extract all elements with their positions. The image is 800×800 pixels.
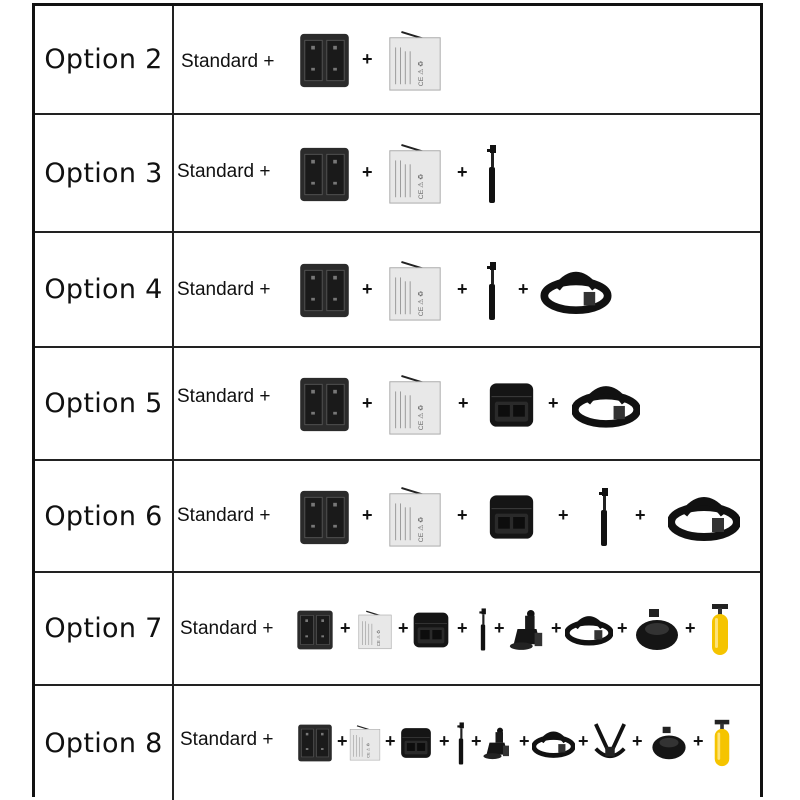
option-row: Option 5 Standard + CE ⚠ ♻ + + + xyxy=(35,348,760,461)
charger-icon xyxy=(295,610,335,650)
floating-grip-icon xyxy=(710,718,734,768)
option-label: Option 5 xyxy=(35,348,174,459)
option-row: Option 7 Standard + CE ⚠ ♻ + + + + + + + xyxy=(35,573,760,686)
option-label: Option 7 xyxy=(35,573,174,684)
option-label: Option 3 xyxy=(35,115,174,231)
plus-separator: + xyxy=(362,162,373,182)
battery-icon: CE ⚠ ♻ xyxy=(386,374,444,436)
svg-text:CE ⚠ ♻: CE ⚠ ♻ xyxy=(417,517,425,542)
monopod-icon xyxy=(455,721,467,766)
plus-separator: + xyxy=(362,48,373,69)
options-table: Option 2 Standard + CE ⚠ ♻ + Option 3 Standar… xyxy=(32,3,763,800)
svg-text:CE ⚠ ♻: CE ⚠ ♻ xyxy=(417,404,425,429)
wrist-strap-icon xyxy=(650,723,688,763)
plus-separator: + xyxy=(635,505,646,525)
charger-icon xyxy=(297,490,352,545)
option-row: Option 6 Standard + CE ⚠ ♻ + + + + xyxy=(35,461,760,573)
carry-case-icon xyxy=(483,492,540,542)
option-label: Option 4 xyxy=(35,233,174,346)
battery-icon: CE ⚠ ♻ xyxy=(386,30,444,92)
plus-separator: + xyxy=(457,162,468,182)
battery-icon: CE ⚠ ♻ xyxy=(386,260,444,322)
charger-icon xyxy=(297,147,352,202)
head-strap-icon xyxy=(540,267,612,315)
plus-separator: + xyxy=(518,278,529,299)
plus-separator: + xyxy=(494,617,505,638)
carry-case-icon xyxy=(412,610,450,650)
standard-label: Standard + xyxy=(180,618,274,639)
plus-separator: + xyxy=(385,731,396,751)
plus-separator: + xyxy=(558,505,569,525)
svg-text:CE ⚠ ♻: CE ⚠ ♻ xyxy=(366,742,371,757)
plus-separator: + xyxy=(693,731,704,751)
monopod-icon xyxy=(484,260,500,322)
plus-separator: + xyxy=(632,731,643,751)
plus-separator: + xyxy=(519,731,530,751)
plus-separator: + xyxy=(337,731,348,751)
plus-separator: + xyxy=(471,731,482,751)
monopod-icon xyxy=(596,486,612,548)
plus-separator: + xyxy=(457,505,468,525)
battery-icon: CE ⚠ ♻ xyxy=(386,143,444,205)
svg-text:CE ⚠ ♻: CE ⚠ ♻ xyxy=(376,629,381,645)
plus-separator: + xyxy=(340,617,351,638)
suction-mount-icon xyxy=(482,723,512,763)
plus-separator: + xyxy=(439,731,450,751)
battery-icon: CE ⚠ ♻ xyxy=(386,486,444,548)
svg-text:CE ⚠ ♻: CE ⚠ ♻ xyxy=(417,290,425,315)
standard-label: Standard + xyxy=(181,51,275,72)
carry-case-icon xyxy=(400,723,432,763)
head-strap-icon xyxy=(668,492,740,542)
standard-label: Standard + xyxy=(177,386,271,407)
chest-strap-icon xyxy=(592,721,628,766)
plus-separator: + xyxy=(362,392,373,413)
plus-separator: + xyxy=(362,278,373,299)
option-row: Option 2 Standard + CE ⚠ ♻ + xyxy=(35,6,760,115)
carry-case-icon xyxy=(483,380,540,430)
battery-icon: CE ⚠ ♻ xyxy=(349,724,381,762)
plus-separator: + xyxy=(548,392,559,413)
battery-icon: CE ⚠ ♻ xyxy=(355,610,395,650)
plus-separator: + xyxy=(457,278,468,299)
suction-mount-icon xyxy=(508,607,546,652)
plus-separator: + xyxy=(551,617,562,638)
charger-icon xyxy=(297,33,352,88)
option-row: Option 4 Standard + CE ⚠ ♻ + + + xyxy=(35,233,760,348)
option-label: Option 6 xyxy=(35,461,174,571)
plus-separator: + xyxy=(617,617,628,638)
plus-separator: + xyxy=(362,505,373,525)
svg-text:CE ⚠ ♻: CE ⚠ ♻ xyxy=(417,174,425,199)
head-strap-icon xyxy=(565,612,613,647)
standard-label: Standard + xyxy=(177,279,271,300)
wrist-strap-icon xyxy=(633,607,681,652)
option-label: Option 8 xyxy=(35,686,174,800)
standard-label: Standard + xyxy=(180,729,274,750)
charger-icon xyxy=(297,377,352,432)
plus-separator: + xyxy=(458,392,469,413)
option-row: Option 3 Standard + CE ⚠ ♻ + + xyxy=(35,115,760,233)
option-row: Option 8 Standard + CE ⚠ ♻ + + + + + + + + xyxy=(35,686,760,800)
plus-separator: + xyxy=(457,617,468,638)
svg-text:CE ⚠ ♻: CE ⚠ ♻ xyxy=(417,60,425,85)
standard-label: Standard + xyxy=(177,505,271,526)
plus-separator: + xyxy=(398,617,409,638)
charger-icon xyxy=(297,724,333,762)
option-label: Option 2 xyxy=(35,6,174,113)
plus-separator: + xyxy=(578,731,589,751)
head-strap-icon xyxy=(572,381,640,429)
monopod-icon xyxy=(484,143,500,205)
plus-separator: + xyxy=(685,617,696,638)
standard-label: Standard + xyxy=(177,161,271,182)
head-strap-icon xyxy=(532,727,575,760)
monopod-icon xyxy=(476,607,490,652)
charger-icon xyxy=(297,263,352,318)
floating-grip-icon xyxy=(708,602,732,657)
